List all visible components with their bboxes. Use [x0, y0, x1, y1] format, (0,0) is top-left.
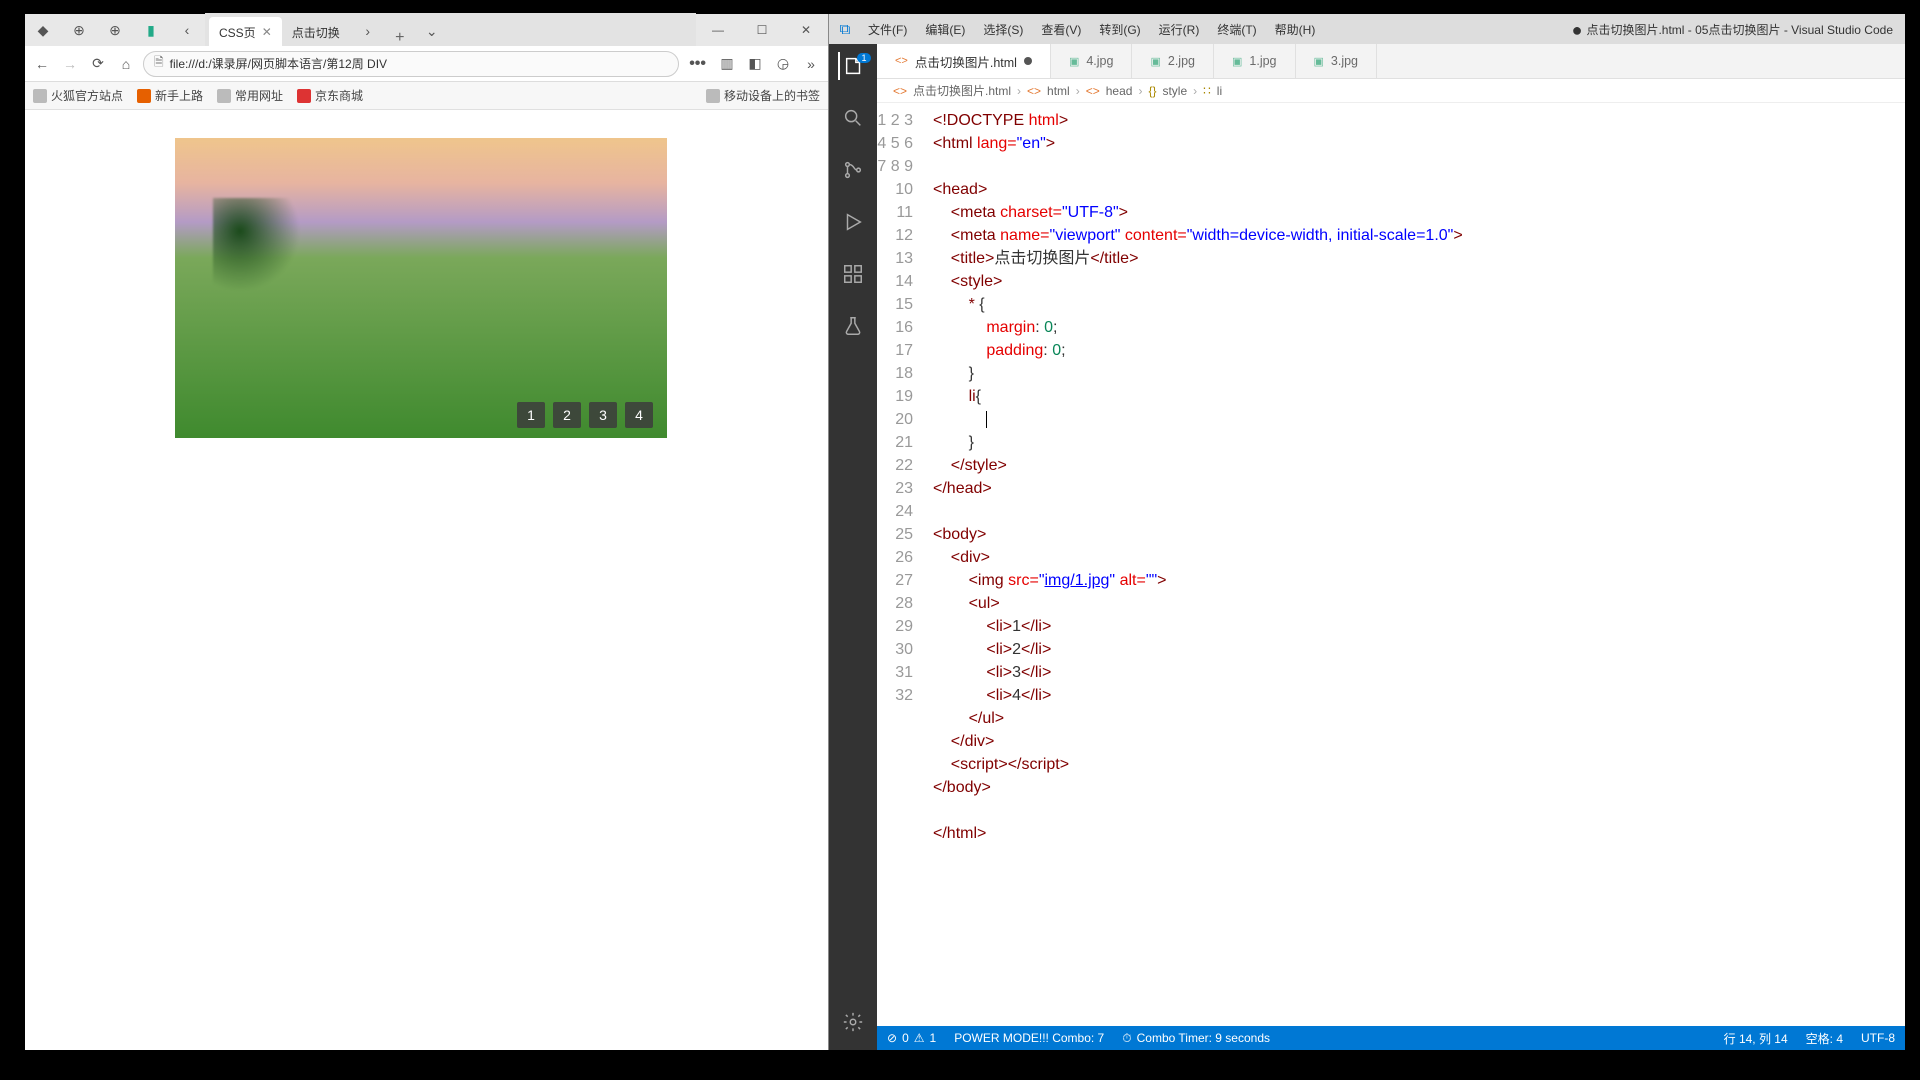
status-powermode[interactable]: POWER MODE!!! Combo: 7 — [954, 1031, 1104, 1045]
bookmarks-bar: 火狐官方站点 新手上路 常用网址 京东商城 移动设备上的书签 — [25, 82, 828, 110]
code-content[interactable]: <!DOCTYPE html> <html lang="en"> <head> … — [927, 103, 1905, 1026]
tab-label: CSS页 — [219, 24, 256, 41]
status-encoding[interactable]: UTF-8 — [1861, 1030, 1895, 1047]
image-icon: ▣ — [1150, 55, 1160, 68]
modified-dot-icon — [1024, 57, 1032, 65]
nav-fwd-top-icon[interactable]: › — [350, 15, 386, 47]
forward-button[interactable]: → — [59, 53, 81, 75]
activity-bar: 1 — [829, 44, 877, 1050]
vscode-logo-icon: ⧉ — [829, 21, 861, 38]
extensions-icon[interactable] — [839, 260, 867, 288]
search-icon[interactable] — [839, 104, 867, 132]
gallery-pager: 1 2 3 4 — [517, 402, 653, 428]
maximize-button[interactable]: ☐ — [740, 14, 784, 46]
folder-icon — [217, 89, 231, 103]
image-icon: ▣ — [1069, 55, 1079, 68]
gallery-image: 1 2 3 4 — [175, 138, 667, 438]
menu-help[interactable]: 帮助(H) — [1268, 21, 1323, 38]
bookmark-item[interactable]: 火狐官方站点 — [33, 87, 123, 104]
bookmark-item[interactable]: 新手上路 — [137, 87, 203, 104]
image-icon: ▣ — [1314, 55, 1324, 68]
browser-tab[interactable]: 点击切换 — [282, 17, 350, 47]
debug-icon[interactable] — [839, 208, 867, 236]
browser-viewport: 1 2 3 4 — [25, 110, 828, 1050]
explorer-icon[interactable]: 1 — [838, 52, 866, 80]
menu-edit[interactable]: 编辑(E) — [918, 21, 972, 38]
library-icon[interactable]: ▥ — [716, 53, 738, 75]
vscode-window: ⧉ 文件(F) 编辑(E) 选择(S) 查看(V) 转到(G) 运行(R) 终端… — [829, 14, 1905, 1050]
status-problems[interactable]: ⊘0⚠1 — [887, 1031, 936, 1045]
new-tab-button[interactable]: + — [386, 29, 414, 47]
sidebar-icon[interactable]: ◧ — [744, 53, 766, 75]
mobile-icon — [706, 89, 720, 103]
editor-tab-active[interactable]: <>点击切换图片.html — [877, 44, 1051, 78]
vscode-menu-bar: 文件(F) 编辑(E) 选择(S) 查看(V) 转到(G) 运行(R) 终端(T… — [861, 21, 1322, 38]
editor-tab[interactable]: ▣4.jpg — [1051, 44, 1133, 78]
url-bar[interactable]: 🗎 file:///d:/课录屏/网页脚本语言/第12周 DIV — [143, 51, 679, 77]
flask-icon[interactable] — [839, 312, 867, 340]
reload-button[interactable]: ⟳ — [87, 53, 109, 75]
gallery-page-4[interactable]: 4 — [625, 402, 653, 428]
gear-icon[interactable] — [839, 1008, 867, 1036]
menu-view[interactable]: 查看(V) — [1034, 21, 1088, 38]
vscode-titlebar: ⧉ 文件(F) 编辑(E) 选择(S) 查看(V) 转到(G) 运行(R) 终端… — [829, 14, 1905, 44]
browser-tab-active[interactable]: CSS页 ✕ — [209, 17, 282, 47]
app-icon[interactable]: ▮ — [133, 14, 169, 46]
breadcrumbs[interactable]: <>点击切换图片.html› <>html› <>head› {}style› … — [877, 79, 1905, 103]
image-icon: ▣ — [1232, 55, 1242, 68]
firefox-icon — [137, 89, 151, 103]
more-icon[interactable]: ••• — [685, 55, 710, 73]
minimize-button[interactable]: — — [696, 14, 740, 46]
gallery-page-2[interactable]: 2 — [553, 402, 581, 428]
menu-run[interactable]: 运行(R) — [1152, 21, 1207, 38]
git-icon[interactable] — [839, 156, 867, 184]
menu-select[interactable]: 选择(S) — [976, 21, 1030, 38]
close-icon[interactable]: ✕ — [262, 25, 272, 39]
shield-icon[interactable]: ◆ — [25, 14, 61, 46]
editor-tabs: <>点击切换图片.html ▣4.jpg ▣2.jpg ▣1.jpg ▣3.jp… — [877, 44, 1905, 79]
editor-tab[interactable]: ▣2.jpg — [1132, 44, 1214, 78]
menu-file[interactable]: 文件(F) — [861, 21, 914, 38]
globe-icon[interactable]: ⊕ — [61, 14, 97, 46]
menu-go[interactable]: 转到(G) — [1092, 21, 1147, 38]
browser-toolbar: ← → ⟳ ⌂ 🗎 file:///d:/课录屏/网页脚本语言/第12周 DIV… — [25, 46, 828, 82]
gallery-page-3[interactable]: 3 — [589, 402, 617, 428]
browser-window: ◆ ⊕ ⊕ ▮ ‹ CSS页 ✕ 点击切换 › + ⌄ — ☐ ✕ ← → ⟳ … — [25, 14, 829, 1050]
status-bar: ⊘0⚠1 POWER MODE!!! Combo: 7 ⏱Combo Timer… — [877, 1026, 1905, 1050]
status-spaces[interactable]: 空格: 4 — [1806, 1030, 1843, 1047]
browser-titlebar: ◆ ⊕ ⊕ ▮ ‹ CSS页 ✕ 点击切换 › + ⌄ — ☐ ✕ — [25, 14, 828, 46]
editor-tab[interactable]: ▣1.jpg — [1214, 44, 1296, 78]
gallery-page-1[interactable]: 1 — [517, 402, 545, 428]
tab-label: 点击切换 — [292, 24, 340, 41]
status-timer[interactable]: ⏱Combo Timer: 9 seconds — [1122, 1031, 1270, 1046]
back-button[interactable]: ← — [31, 53, 53, 75]
code-editor[interactable]: 1 2 3 4 5 6 7 8 9 10 11 12 13 14 15 16 1… — [877, 103, 1905, 1026]
badge: 1 — [857, 53, 870, 63]
status-cursor-pos[interactable]: 行 14, 列 14 — [1724, 1030, 1788, 1047]
bookmark-item[interactable]: 常用网址 — [217, 87, 283, 104]
window-title: ●点击切换图片.html - 05点击切换图片 - Visual Studio … — [1572, 21, 1893, 38]
chevron-down-icon[interactable]: ⌄ — [414, 15, 450, 47]
line-gutter: 1 2 3 4 5 6 7 8 9 10 11 12 13 14 15 16 1… — [877, 103, 927, 1026]
file-icon: 🗎 — [154, 53, 164, 74]
home-button[interactable]: ⌂ — [115, 53, 137, 75]
folder-icon — [33, 89, 47, 103]
jd-icon — [297, 89, 311, 103]
bookmark-item[interactable]: 京东商城 — [297, 87, 363, 104]
overflow-icon[interactable]: » — [800, 53, 822, 75]
close-button[interactable]: ✕ — [784, 14, 828, 46]
globe2-icon[interactable]: ⊕ — [97, 14, 133, 46]
bookmark-mobile[interactable]: 移动设备上的书签 — [706, 87, 820, 104]
account-icon[interactable]: ◶ — [772, 53, 794, 75]
html-icon: <> — [895, 55, 908, 67]
editor-tab[interactable]: ▣3.jpg — [1296, 44, 1378, 78]
nav-back-top-icon[interactable]: ‹ — [169, 14, 205, 46]
url-text: file:///d:/课录屏/网页脚本语言/第12周 DIV — [170, 55, 387, 72]
menu-terminal[interactable]: 终端(T) — [1210, 21, 1263, 38]
